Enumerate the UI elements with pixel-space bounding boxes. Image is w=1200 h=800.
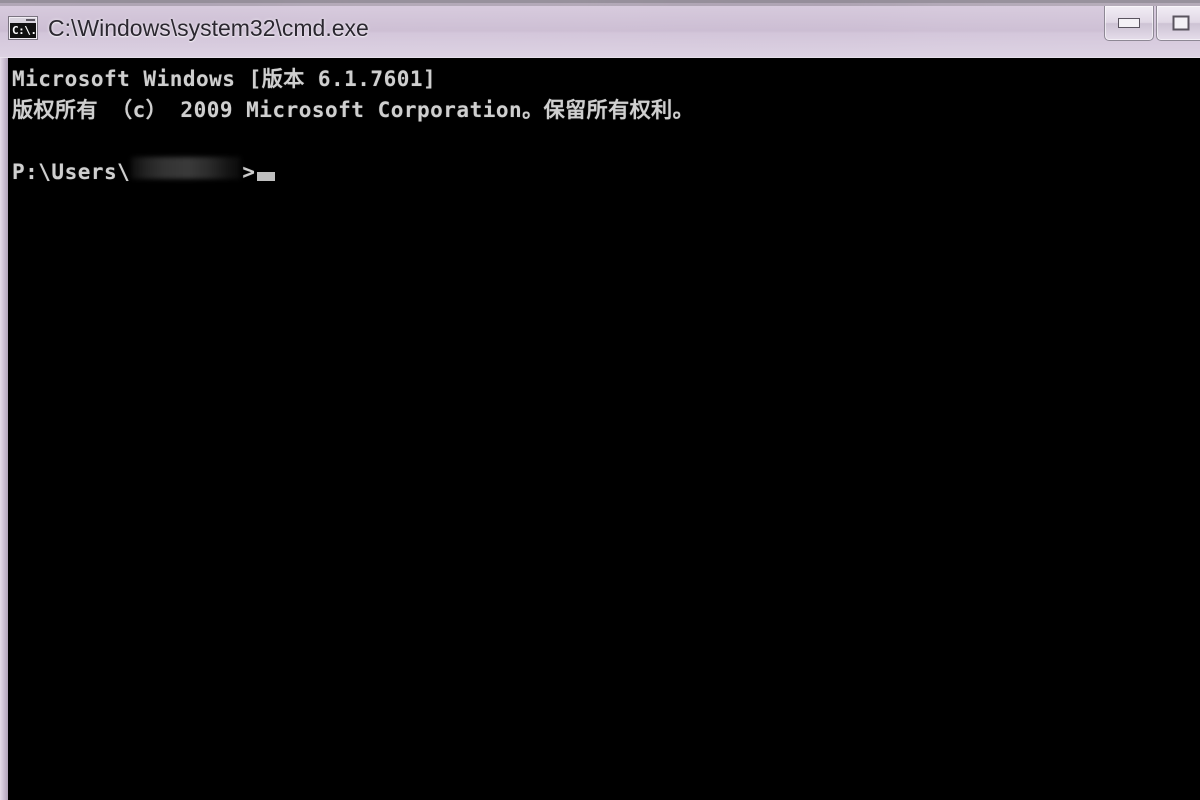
window-controls (1102, 6, 1200, 42)
window-title: C:\Windows\system32\cmd.exe (48, 15, 369, 41)
maximize-button[interactable] (1156, 6, 1200, 41)
console-line-version: Microsoft Windows [版本 6.1.7601] (12, 67, 437, 91)
prompt-path-prefix: P:\Users\ (12, 160, 131, 184)
minimize-button[interactable] (1104, 6, 1154, 41)
console-output-area[interactable]: Microsoft Windows [版本 6.1.7601] 版权所有 （c）… (8, 58, 1200, 800)
cmd-console-icon-body: C:\. (10, 18, 36, 38)
console-prompt-line[interactable]: P:\Users\ > (12, 157, 1200, 188)
window-titlebar[interactable]: C:\. C:\Windows\system32\cmd.exe (0, 6, 1200, 58)
cmd-console-icon-titlestrip (10, 18, 36, 23)
minimize-icon (1118, 18, 1140, 28)
redacted-username (131, 157, 242, 179)
cmd-console-icon[interactable]: C:\. (8, 16, 38, 40)
console-line-copyright: 版权所有 （c） 2009 Microsoft Corporation。保留所有… (12, 98, 695, 122)
text-cursor (257, 172, 276, 181)
window-border-left (0, 58, 8, 800)
prompt-suffix: > (242, 160, 256, 184)
screen: C:\. C:\Windows\system32\cmd.exe Microso… (0, 0, 1200, 800)
maximize-icon (1172, 15, 1190, 31)
cmd-console-icon-text: C:\. (12, 24, 36, 37)
